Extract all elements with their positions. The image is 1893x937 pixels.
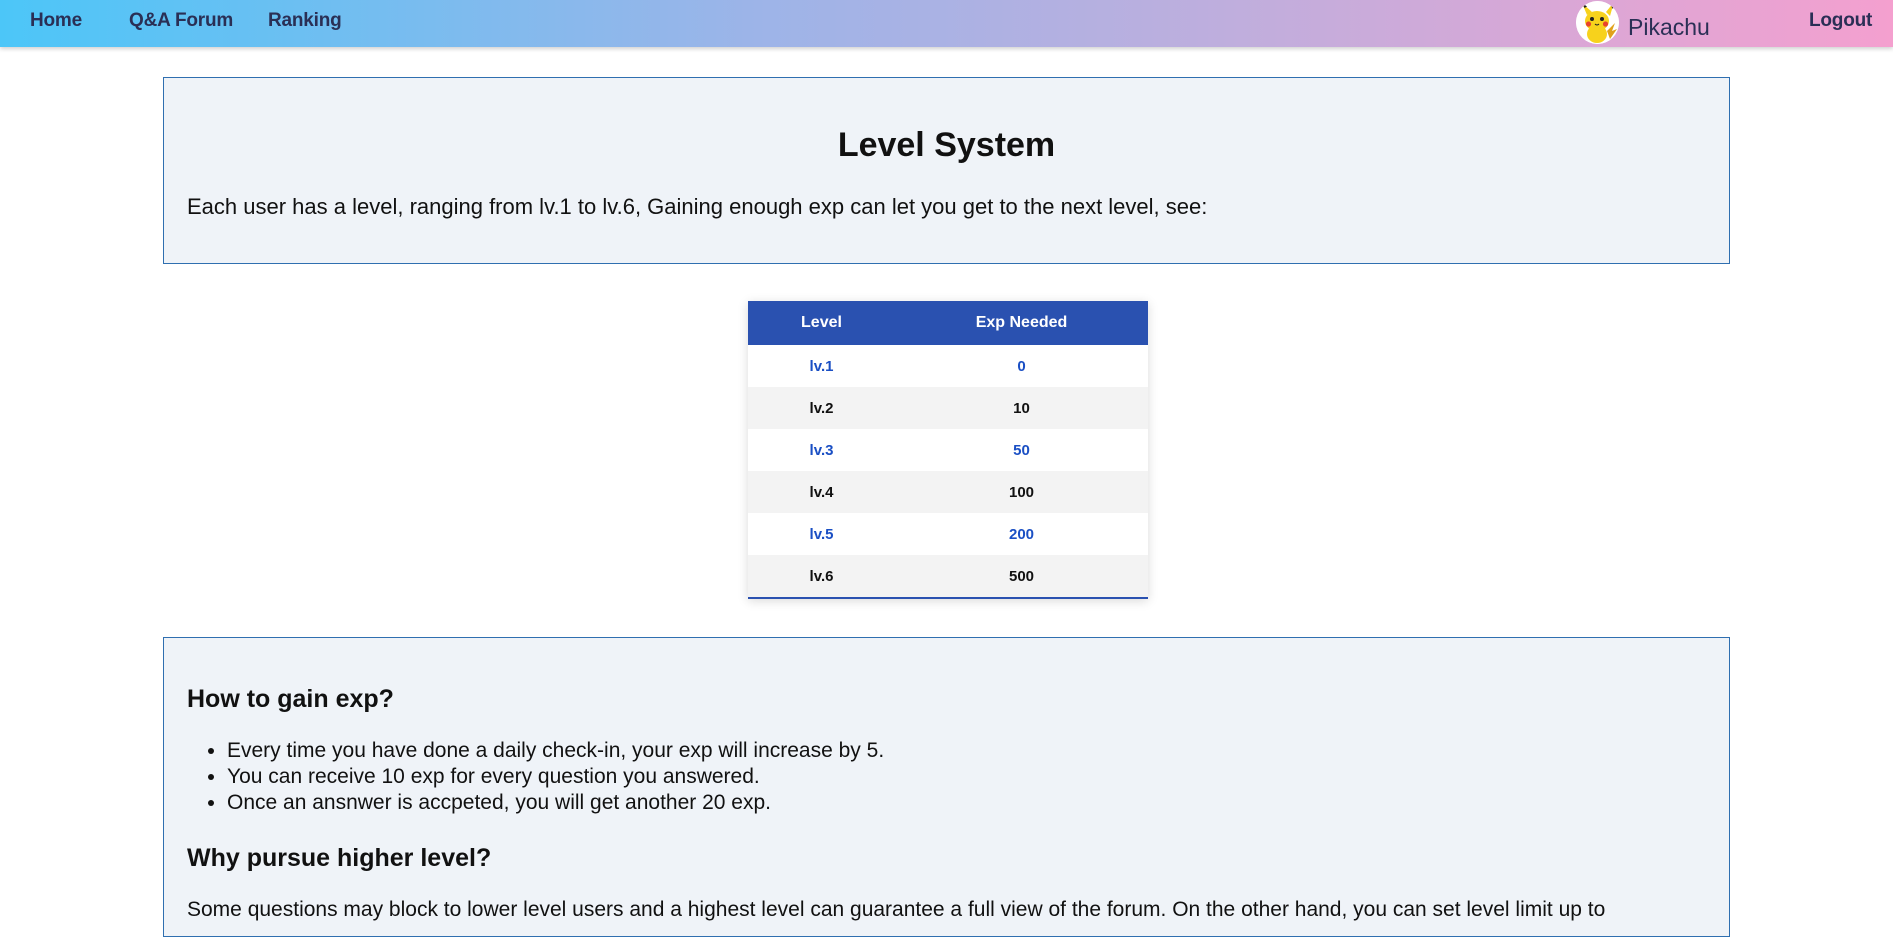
level-table-container: Level Exp Needed lv.1 0 lv.2 10 lv.3 50 … xyxy=(748,301,1148,599)
table-row: lv.4 100 xyxy=(748,471,1148,513)
why-level-heading: Why pursue higher level? xyxy=(187,844,492,872)
exp-cell: 10 xyxy=(895,387,1148,429)
table-header-row: Level Exp Needed xyxy=(748,301,1148,345)
intro-text: Each user has a level, ranging from lv.1… xyxy=(187,194,1208,219)
why-level-text: Some questions may block to lower level … xyxy=(187,898,1606,921)
nav-forum-link[interactable]: Q&A Forum xyxy=(129,10,233,32)
level-cell: lv.6 xyxy=(748,555,895,597)
username-label: Pikachu xyxy=(1628,14,1710,40)
exp-info-panel: How to gain exp? Every time you have don… xyxy=(163,637,1730,937)
top-navbar: Home Q&A Forum Ranking Pikachu Logout xyxy=(0,0,1893,47)
table-row: lv.5 200 xyxy=(748,513,1148,555)
table-row: lv.2 10 xyxy=(748,387,1148,429)
level-table: Level Exp Needed lv.1 0 lv.2 10 lv.3 50 … xyxy=(748,301,1148,597)
level-system-panel: Level System Each user has a level, rang… xyxy=(163,77,1730,264)
user-avatar[interactable] xyxy=(1576,1,1619,44)
logout-link[interactable]: Logout xyxy=(1809,10,1872,32)
table-row: lv.6 500 xyxy=(748,555,1148,597)
gain-exp-list: Every time you have done a daily check-i… xyxy=(187,738,884,816)
header-exp-needed: Exp Needed xyxy=(895,301,1148,345)
exp-cell: 500 xyxy=(895,555,1148,597)
gain-exp-heading: How to gain exp? xyxy=(187,685,394,713)
page-title: Level System xyxy=(837,126,1056,164)
list-item: You can receive 10 exp for every questio… xyxy=(227,764,884,790)
exp-cell: 100 xyxy=(895,471,1148,513)
exp-cell: 50 xyxy=(895,429,1148,471)
exp-cell: 200 xyxy=(895,513,1148,555)
table-row: lv.1 0 xyxy=(748,345,1148,387)
level-cell: lv.1 xyxy=(748,345,895,387)
list-item: Every time you have done a daily check-i… xyxy=(227,738,884,764)
level-cell: lv.2 xyxy=(748,387,895,429)
level-cell: lv.4 xyxy=(748,471,895,513)
level-cell: lv.3 xyxy=(748,429,895,471)
list-item: Once an ansnwer is accpeted, you will ge… xyxy=(227,790,884,816)
nav-home-link[interactable]: Home xyxy=(30,10,82,32)
level-cell: lv.5 xyxy=(748,513,895,555)
nav-ranking-link[interactable]: Ranking xyxy=(268,10,342,32)
pikachu-avatar-icon xyxy=(1576,1,1619,44)
exp-cell: 0 xyxy=(895,345,1148,387)
table-row: lv.3 50 xyxy=(748,429,1148,471)
header-level: Level xyxy=(748,301,895,345)
